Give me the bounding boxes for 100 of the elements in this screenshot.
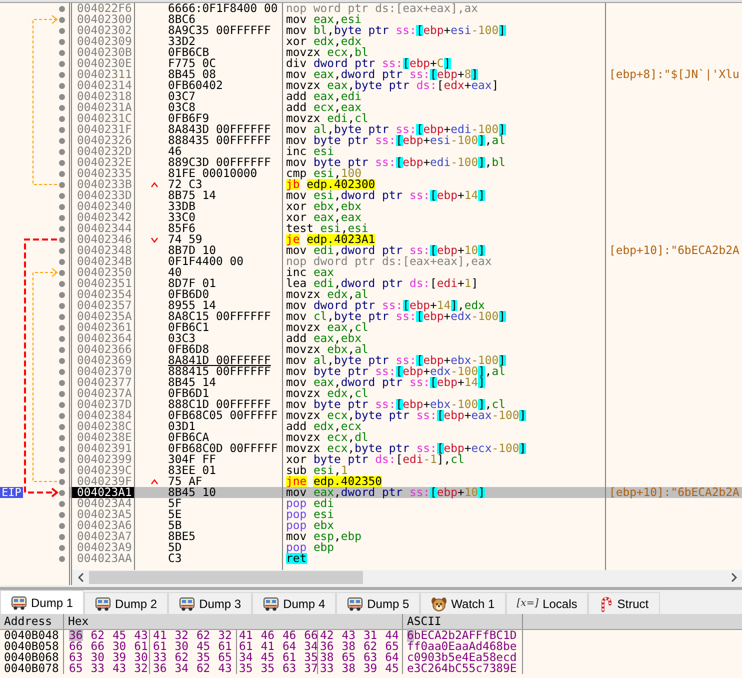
dot-icon[interactable] [59, 534, 65, 540]
dot-icon[interactable] [59, 160, 65, 166]
instruction-address[interactable]: 00402350 [72, 267, 134, 278]
instruction-address[interactable]: 0040239C [72, 465, 134, 476]
hex-byte[interactable]: 42 [320, 630, 334, 641]
hex-byte[interactable]: 66 [304, 630, 318, 641]
instruction-address[interactable]: 004023A6 [72, 520, 134, 531]
dot-icon[interactable] [59, 456, 65, 462]
instruction-address[interactable]: 0040238C [72, 421, 134, 432]
hex-byte[interactable]: 62 [196, 630, 210, 641]
dot-icon[interactable] [59, 368, 65, 374]
hex-byte[interactable]: 41 [153, 630, 167, 641]
instruction-address[interactable]: 0040233D [72, 190, 134, 201]
instruction-address[interactable]: 004023A7 [72, 531, 134, 542]
hex-byte[interactable]: 46 [260, 630, 274, 641]
dot-icon[interactable] [59, 170, 65, 176]
dot-icon[interactable] [59, 324, 65, 330]
hex-byte[interactable]: 38 [342, 663, 356, 674]
hex-byte[interactable]: 61 [218, 641, 232, 652]
hex-byte[interactable]: 41 [260, 641, 274, 652]
dot-icon[interactable] [59, 424, 65, 430]
dot-icon[interactable] [59, 358, 65, 364]
instruction-address[interactable]: 00402391 [72, 443, 134, 454]
hex-byte[interactable]: 63 [69, 652, 83, 663]
instruction-address[interactable]: 00402314 [72, 80, 134, 91]
dot-icon[interactable] [59, 72, 65, 78]
instruction-address[interactable]: 0040231A [72, 102, 134, 113]
hex-byte[interactable]: 45 [385, 663, 399, 674]
hex-byte[interactable]: 34 [304, 641, 318, 652]
hex-byte[interactable]: 43 [342, 630, 356, 641]
hex-byte[interactable]: 30 [112, 641, 126, 652]
hex-byte[interactable]: 62 [196, 663, 210, 674]
dot-icon[interactable] [59, 270, 65, 276]
hex-byte[interactable]: 39 [112, 652, 126, 663]
hex-byte[interactable]: 35 [260, 663, 274, 674]
instruction-address[interactable]: 0040234B [72, 256, 134, 267]
hex-byte[interactable]: 33 [153, 652, 167, 663]
instruction-address[interactable]: 004023A1 [72, 487, 134, 498]
instruction-address[interactable]: 0040237D [72, 399, 134, 410]
instruction-address[interactable]: 00402340 [72, 201, 134, 212]
dot-icon[interactable] [59, 16, 65, 22]
instruction-address[interactable]: 00402354 [72, 289, 134, 300]
scrollbar-thumb[interactable] [89, 571, 363, 584]
tab[interactable]: Watch 1 [420, 592, 506, 614]
instruction-address[interactable]: 0040231C [72, 113, 134, 124]
dot-icon[interactable] [59, 434, 65, 440]
instruction-address[interactable]: 00402361 [72, 322, 134, 333]
hex-byte[interactable]: 45 [112, 630, 126, 641]
dot-icon[interactable] [59, 126, 65, 132]
selected-row[interactable]: 004023A1 8B45 10 mov eax,dword ptr ss:[ebp+10] [ebp+10]:"6bECA2b2A [69, 487, 742, 498]
dot-icon[interactable] [59, 116, 65, 122]
dot-icon[interactable] [59, 412, 65, 418]
tab[interactable]: Dump 1 [0, 590, 84, 614]
instruction-address[interactable]: 0040232D [72, 146, 134, 157]
hex-byte[interactable]: 62 [90, 630, 104, 641]
instruction-address[interactable]: 0040232E [72, 157, 134, 168]
dot-icon[interactable] [59, 226, 65, 232]
hex-byte[interactable]: 64 [282, 641, 296, 652]
instruction-address[interactable]: 0040231F [72, 124, 134, 135]
dot-icon[interactable] [59, 346, 65, 352]
instruction-address[interactable]: 004023A4 [72, 498, 134, 509]
dot-icon[interactable] [59, 94, 65, 100]
instruction-address[interactable]: 00402377 [72, 377, 134, 388]
dot-icon[interactable] [59, 138, 65, 144]
hex-byte[interactable]: 33 [320, 663, 334, 674]
hex-byte[interactable]: 65 [385, 641, 399, 652]
hex-byte[interactable]: 30 [134, 652, 148, 663]
dot-icon[interactable] [59, 512, 65, 518]
dot-icon[interactable] [59, 148, 65, 154]
hex-byte[interactable]: 61 [282, 652, 296, 663]
dot-icon[interactable] [59, 60, 65, 66]
hex-byte[interactable]: 36 [153, 663, 167, 674]
dot-icon[interactable] [59, 390, 65, 396]
instruction-address[interactable]: 00402351 [72, 278, 134, 289]
dot-icon[interactable] [59, 314, 65, 320]
instruction-address[interactable]: 0040237A [72, 388, 134, 399]
dot-icon[interactable] [59, 214, 65, 220]
hex-byte[interactable]: 32 [218, 630, 232, 641]
dot-icon[interactable] [59, 500, 65, 506]
hex-byte[interactable]: 41 [239, 630, 253, 641]
hex-byte[interactable]: 43 [218, 663, 232, 674]
hex-byte[interactable]: 32 [134, 663, 148, 674]
hex-byte[interactable]: 30 [90, 652, 104, 663]
hex-byte[interactable]: 61 [153, 641, 167, 652]
instruction-address[interactable]: 00402384 [72, 410, 134, 421]
instruction-address[interactable]: 00402302 [72, 25, 134, 36]
hex-byte[interactable]: 36 [69, 630, 83, 641]
dot-icon[interactable] [59, 280, 65, 286]
hex-byte[interactable]: 62 [174, 652, 188, 663]
hex-byte[interactable]: 35 [196, 652, 210, 663]
dot-icon[interactable] [59, 292, 65, 298]
dot-icon[interactable] [59, 258, 65, 264]
instruction-address[interactable]: 00402357 [72, 300, 134, 311]
dot-icon[interactable] [59, 6, 65, 12]
hex-byte[interactable]: 30 [174, 641, 188, 652]
instruction-address[interactable]: 00402399 [72, 454, 134, 465]
hex-byte[interactable]: 63 [282, 663, 296, 674]
hex-byte[interactable]: 34 [239, 652, 253, 663]
dot-icon[interactable] [59, 28, 65, 34]
instruction-address[interactable]: 0040233B [72, 179, 134, 190]
